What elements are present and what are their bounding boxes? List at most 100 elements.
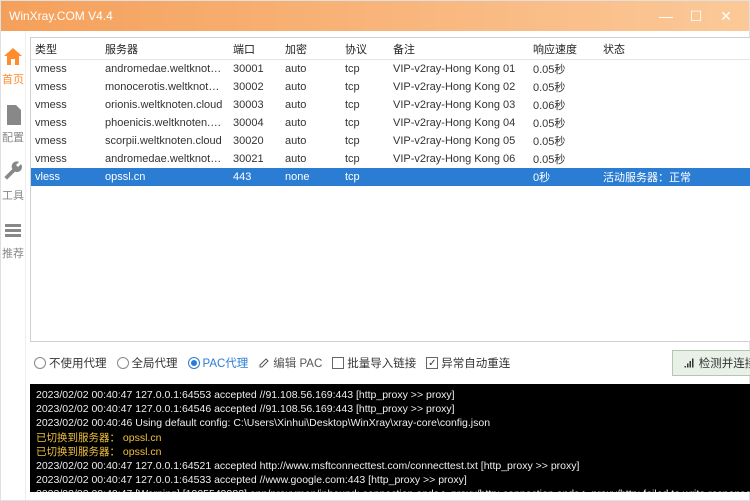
nav-config[interactable]: 配置 (1, 95, 25, 153)
cell: 30020 (229, 135, 281, 147)
cell: tcp (341, 153, 389, 165)
cell: opssl.cn (101, 171, 229, 183)
log-line: 2023/02/02 00:40:47 [Warning] [190554998… (36, 487, 750, 492)
cell: 30004 (229, 117, 281, 129)
col-latency[interactable]: 响应速度 (529, 41, 599, 57)
window-title: WinXray.COM V4.4 (9, 9, 651, 23)
cell: 0.05秒 (529, 61, 599, 77)
log-panel[interactable]: 2023/02/02 00:40:47 127.0.0.1:64553 acce… (30, 384, 750, 492)
signal-icon (683, 357, 695, 369)
cell: scorpii.weltknoten.cloud (101, 135, 229, 147)
cell: 30021 (229, 153, 281, 165)
cell: vmess (31, 153, 101, 165)
radio-pac-proxy[interactable]: PAC代理 (188, 355, 249, 371)
cell: andromedae.weltknoten.c... (101, 63, 229, 75)
cell: VIP-v2ray-Hong Kong 01 (389, 63, 529, 75)
table-row[interactable]: vmessandromedae.weltknoten.c...30021auto… (31, 150, 750, 168)
nav-home[interactable]: 首页 (1, 37, 25, 95)
checkbox-icon (332, 357, 344, 369)
test-connect-button[interactable]: 检测并连接最快服务器 (672, 350, 750, 376)
nav-label: 首页 (1, 71, 25, 87)
nav-tools[interactable]: 工具 (1, 153, 25, 211)
cell: 30003 (229, 99, 281, 111)
list-icon (1, 219, 25, 243)
wrench-icon (1, 161, 25, 185)
cell: 30001 (229, 63, 281, 75)
col-status[interactable]: 状态 (599, 41, 750, 57)
checkbox-batch-import[interactable]: 批量导入链接 (332, 355, 416, 371)
log-line: 2023/02/02 00:40:47 127.0.0.1:64533 acce… (36, 473, 750, 487)
cell: vless (31, 171, 101, 183)
cell: auto (281, 81, 341, 93)
cell: 0.05秒 (529, 79, 599, 95)
cell: tcp (341, 99, 389, 111)
cell: 活动服务器：正常 (599, 169, 750, 185)
table-row[interactable]: vmessorionis.weltknoten.cloud30003autotc… (31, 96, 750, 114)
cell: VIP-v2ray-Hong Kong 04 (389, 117, 529, 129)
table-row[interactable]: vlessopssl.cn443nonetcp0秒活动服务器：正常 (31, 168, 750, 186)
cell: 0.05秒 (529, 115, 599, 131)
log-line: 2023/02/02 00:40:47 127.0.0.1:64546 acce… (36, 402, 750, 416)
cell: orionis.weltknoten.cloud (101, 99, 229, 111)
cell: tcp (341, 81, 389, 93)
radio-global-proxy[interactable]: 全局代理 (117, 355, 178, 371)
col-remark[interactable]: 备注 (389, 41, 529, 57)
cell: tcp (341, 117, 389, 129)
cell: VIP-v2ray-Hong Kong 03 (389, 99, 529, 111)
minimize-button[interactable]: — (651, 8, 681, 24)
table-row[interactable]: vmessphoenicis.weltknoten.cloud30004auto… (31, 114, 750, 132)
cell: tcp (341, 135, 389, 147)
cell: VIP-v2ray-Hong Kong 02 (389, 81, 529, 93)
table-row[interactable]: vmessscorpii.weltknoten.cloud30020autotc… (31, 132, 750, 150)
table-row[interactable]: vmessmonocerotis.weltknoten.c...30002aut… (31, 78, 750, 96)
server-table[interactable]: 类型 服务器 端口 加密 协议 备注 响应速度 状态 vmessandromed… (30, 37, 750, 342)
log-line: 2023/02/02 00:40:47 127.0.0.1:64521 acce… (36, 459, 750, 473)
file-icon (1, 103, 25, 127)
col-type[interactable]: 类型 (31, 41, 101, 57)
cell: vmess (31, 63, 101, 75)
cell: andromedae.weltknoten.c... (101, 153, 229, 165)
checkbox-auto-reconnect[interactable]: ✓异常自动重连 (426, 355, 510, 371)
cell: auto (281, 135, 341, 147)
titlebar: WinXray.COM V4.4 — ☐ ✕ (1, 1, 749, 31)
cell: tcp (341, 171, 389, 183)
table-row[interactable]: vmessandromedae.weltknoten.c...30001auto… (31, 60, 750, 78)
radio-no-proxy[interactable]: 不使用代理 (34, 355, 107, 371)
col-port[interactable]: 端口 (229, 41, 281, 57)
cell: vmess (31, 99, 101, 111)
radio-dot-icon (188, 357, 200, 369)
cell: 0.06秒 (529, 97, 599, 113)
col-server[interactable]: 服务器 (101, 41, 229, 57)
cell: tcp (341, 63, 389, 75)
col-encrypt[interactable]: 加密 (281, 41, 341, 57)
nav-label: 配置 (1, 129, 25, 145)
cell: auto (281, 153, 341, 165)
maximize-button[interactable]: ☐ (681, 8, 711, 25)
log-line: 已切换到服务器： opssl.cn (36, 445, 750, 459)
radio-dot-icon (34, 357, 46, 369)
cell: vmess (31, 81, 101, 93)
home-icon (1, 45, 25, 69)
cell: vmess (31, 117, 101, 129)
cell: monocerotis.weltknoten.c... (101, 81, 229, 93)
cell: 30002 (229, 81, 281, 93)
cell: vmess (31, 135, 101, 147)
nav-label: 推荐 (1, 245, 25, 261)
table-header: 类型 服务器 端口 加密 协议 备注 响应速度 状态 (31, 38, 750, 60)
close-button[interactable]: ✕ (711, 8, 741, 25)
nav-recommend[interactable]: 推荐 (1, 211, 25, 269)
radio-dot-icon (117, 357, 129, 369)
edit-pac-button[interactable]: 编辑 PAC (258, 355, 322, 371)
toolbar: 不使用代理 全局代理 PAC代理 编辑 PAC 批量导入链接 ✓异常自动重连 检… (30, 342, 750, 384)
cell: auto (281, 117, 341, 129)
sidebar: 首页 配置 工具 推荐 (1, 31, 26, 500)
cell: 0.05秒 (529, 133, 599, 149)
cell: 0秒 (529, 169, 599, 185)
edit-icon (258, 357, 270, 369)
nav-label: 工具 (1, 187, 25, 203)
log-line: 2023/02/02 00:40:46 Using default config… (36, 416, 750, 430)
cell: VIP-v2ray-Hong Kong 05 (389, 135, 529, 147)
cell: phoenicis.weltknoten.cloud (101, 117, 229, 129)
col-protocol[interactable]: 协议 (341, 41, 389, 57)
cell: VIP-v2ray-Hong Kong 06 (389, 153, 529, 165)
